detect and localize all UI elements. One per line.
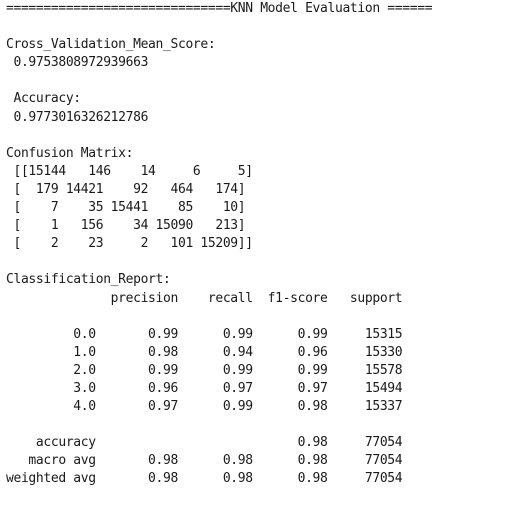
report-summary-row: accuracy 0.98 77054 — [6, 435, 403, 451]
report-class-row: 3.0 0.96 0.97 0.97 15494 — [6, 380, 403, 396]
section-header: ==============================KNN Model … — [6, 1, 433, 16]
cv-score-label: Cross_Validation_Mean_Score: — [6, 37, 216, 53]
confusion-matrix-row: [ 1 156 34 15090 213] — [6, 218, 246, 234]
confusion-matrix-label: Confusion Matrix: — [6, 145, 134, 161]
console-output: ==============================KNN Model … — [6, 0, 433, 489]
report-class-row: 1.0 0.98 0.94 0.96 15330 — [6, 344, 403, 360]
report-class-row: 4.0 0.97 0.99 0.98 15337 — [6, 399, 403, 415]
report-header-row: precision recall f1-score support — [6, 290, 403, 306]
classification-report-label: Classification_Report: — [6, 272, 171, 288]
confusion-matrix-row: [ 2 23 2 101 15209]] — [6, 236, 253, 252]
report-summary-row: macro avg 0.98 0.98 0.98 77054 — [6, 453, 403, 469]
confusion-matrix-row: [[15144 146 14 6 5] — [6, 163, 253, 179]
cv-score-value: 0.9753808972939663 — [6, 55, 149, 71]
confusion-matrix-row: [ 7 35 15441 85 10] — [6, 200, 246, 216]
report-summary-row: weighted avg 0.98 0.98 0.98 77054 — [6, 471, 403, 487]
report-class-row: 2.0 0.99 0.99 0.99 15578 — [6, 362, 403, 378]
confusion-matrix-row: [ 179 14421 92 464 174] — [6, 181, 246, 197]
accuracy-label: Accuracy: — [6, 91, 81, 107]
accuracy-value: 0.9773016326212786 — [6, 109, 149, 125]
report-class-row: 0.0 0.99 0.99 0.99 15315 — [6, 326, 403, 342]
